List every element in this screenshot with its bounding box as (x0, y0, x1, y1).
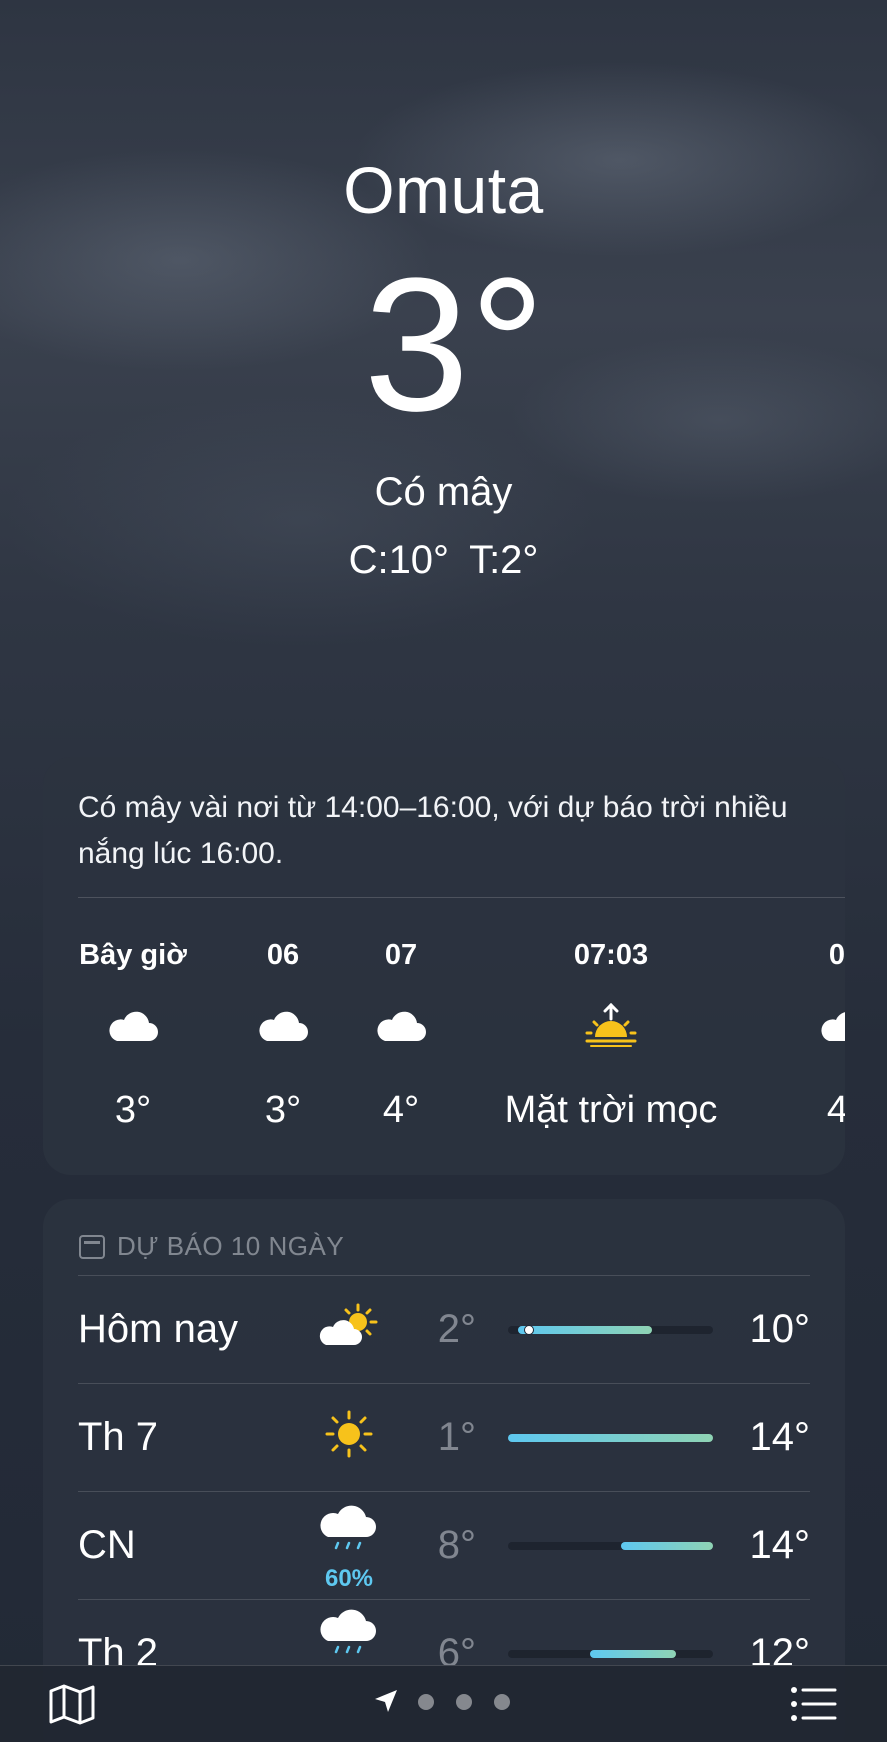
page-dot[interactable] (494, 1694, 510, 1710)
ten-day-title: DỰ BÁO 10 NGÀY (117, 1231, 345, 1261)
city-name: Omuta (343, 153, 544, 227)
temp-range-fill (620, 1542, 713, 1550)
page-dot[interactable] (418, 1694, 434, 1710)
high-temperature: C:10° (348, 538, 450, 582)
precip-chance: 60% (324, 1565, 374, 1592)
day-row[interactable]: CN 60% 8° 14° (78, 1491, 810, 1599)
rain-icon (320, 1609, 376, 1654)
hour-item: 07 4° (351, 897, 451, 1157)
day-high: 14° (749, 1523, 811, 1567)
current-temperature: 3° (363, 239, 546, 451)
bottom-toolbar (0, 1665, 887, 1742)
rain-icon (320, 1505, 376, 1550)
hour-item: Bây giờ 3° (63, 897, 203, 1157)
temp-range-bar (508, 1542, 713, 1550)
divider (78, 1491, 810, 1492)
ten-day-header: DỰ BÁO 10 NGÀY (79, 1231, 344, 1262)
high-low: C:10° T:2° (0, 538, 887, 583)
calendar-icon (79, 1235, 105, 1259)
partly-sunny-icon (319, 1303, 378, 1345)
current-temp-marker (523, 1325, 534, 1335)
hour-temp: 3° (114, 1089, 152, 1131)
day-low: 8° (437, 1523, 476, 1567)
temp-range-bar (508, 1650, 713, 1658)
day-high: 14° (749, 1415, 811, 1459)
hour-label: 07 (384, 939, 418, 971)
day-low: 1° (437, 1415, 476, 1459)
hour-label: 06 (266, 939, 300, 971)
temp-range-fill (508, 1434, 713, 1442)
hour-temp: 3° (264, 1089, 302, 1131)
temp-range-fill (590, 1650, 677, 1658)
hour-temp: 4° (826, 1089, 845, 1131)
cloud-icon (377, 1011, 426, 1041)
location-arrow-icon[interactable] (373, 1688, 399, 1714)
sunrise-icon (585, 1003, 637, 1047)
hour-item: 08 4° (795, 897, 845, 1157)
temp-range-bar (508, 1325, 713, 1335)
hour-label: 07:03 (573, 939, 649, 971)
map-icon[interactable] (48, 1683, 96, 1725)
sun-icon (325, 1410, 373, 1458)
temp-range-fill (518, 1326, 652, 1334)
hour-item-sunrise: 07:03 Mặt trời mọc (481, 897, 741, 1157)
low-temperature: T:2° (469, 538, 539, 582)
hourly-strip[interactable]: Bây giờ 3° 06 3° 07 4° 07:03 Mặt trời mọ… (43, 897, 845, 1157)
hour-temp: Mặt trời mọc (504, 1089, 718, 1131)
hour-temp: 4° (382, 1089, 420, 1131)
divider (78, 1275, 810, 1276)
day-name: Hôm nay (78, 1307, 239, 1351)
cloud-icon (259, 1011, 308, 1041)
day-name: Th 7 (78, 1415, 159, 1459)
hour-label: Bây giờ (79, 939, 187, 971)
temp-range-bar (508, 1434, 713, 1442)
list-icon[interactable] (790, 1684, 838, 1724)
hourly-forecast-card[interactable]: Có mây vài nơi từ 14:00–16:00, với dự bá… (43, 757, 845, 1175)
hourly-summary: Có mây vài nơi từ 14:00–16:00, với dự bá… (78, 791, 788, 870)
day-row[interactable]: Hôm nay 2° 10° (78, 1275, 810, 1383)
day-low: 2° (437, 1307, 476, 1351)
day-row[interactable]: Th 7 1° 14° (78, 1383, 810, 1491)
hour-item: 06 3° (233, 897, 333, 1157)
divider (78, 1383, 810, 1384)
divider (78, 1599, 810, 1600)
day-high: 10° (749, 1307, 811, 1351)
ten-day-forecast-card[interactable]: DỰ BÁO 10 NGÀY Hôm nay 2° 10° Th 7 1° 14… (43, 1199, 845, 1742)
day-name: CN (78, 1523, 136, 1567)
page-dot[interactable] (456, 1694, 472, 1710)
cloud-icon (109, 1011, 158, 1041)
current-condition: Có mây (374, 470, 513, 514)
hour-label: 08 (828, 939, 845, 971)
cloud-icon (821, 1012, 845, 1041)
